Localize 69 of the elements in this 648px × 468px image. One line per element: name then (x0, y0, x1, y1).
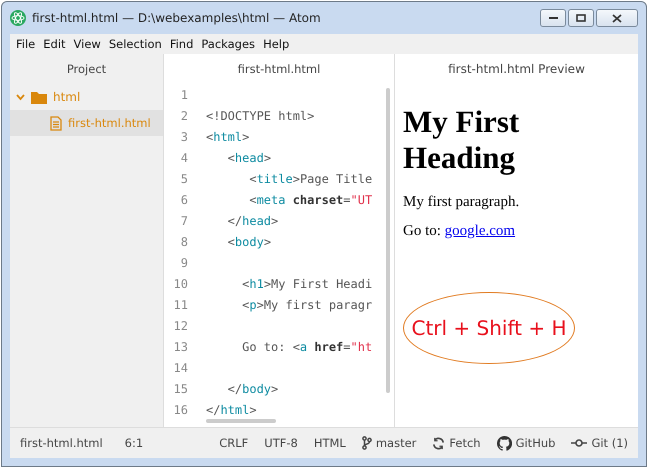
line-number: 14 (172, 360, 189, 374)
heading: My First Heading (403, 104, 520, 176)
status-item[interactable]: Fetch (432, 436, 481, 450)
code-line: <head> (226, 150, 272, 164)
branch-icon (362, 436, 372, 450)
menu-item[interactable]: View (70, 37, 105, 51)
close-icon (612, 14, 622, 22)
commit-icon (571, 438, 588, 448)
line-number: 9 (180, 256, 189, 270)
status-item[interactable]: 6:1 (124, 436, 144, 450)
editor-tab[interactable]: first-html.html (164, 54, 394, 84)
link[interactable]: google.com (444, 223, 516, 239)
scrollbar[interactable] (386, 88, 390, 393)
status-item[interactable]: Git (1) (571, 436, 628, 450)
code-line: <!DOCTYPE html> (206, 108, 314, 122)
status-item[interactable]: GitHub (496, 436, 556, 450)
menu-item[interactable]: Find (166, 37, 198, 51)
line-number: 4 (180, 150, 189, 164)
line-number: 7 (180, 214, 189, 228)
window-title: first-html.html — D:\webexamples\html — Atom (32, 11, 322, 25)
code-line: <title>Page Title (248, 172, 372, 186)
scrollbar[interactable] (206, 419, 276, 423)
minimize-button[interactable] (540, 9, 566, 27)
link-line: Go to: google.com (403, 223, 516, 240)
code-line: </body> (226, 382, 278, 396)
menu-item[interactable]: Packages (197, 37, 260, 51)
preview-tab[interactable]: first-html.html Preview (395, 54, 638, 84)
atom-icon (10, 10, 26, 26)
code-line: <html> (206, 130, 250, 144)
code-line: Go to: <a href="ht (241, 340, 372, 354)
menu-item[interactable]: File (12, 37, 40, 51)
code-line: <body> (226, 234, 272, 248)
code-line: </head> (226, 214, 278, 228)
menu-item[interactable]: Help (259, 37, 294, 51)
status-item[interactable]: UTF-8 (264, 436, 298, 450)
shortcut-callout: Ctrl + Shift + H (403, 292, 575, 364)
line-number: 3 (180, 130, 189, 144)
line-number: 5 (180, 172, 189, 186)
line-number: 6 (180, 192, 189, 206)
sync-icon (432, 436, 446, 450)
close-button[interactable] (596, 9, 638, 27)
line-number: 8 (180, 234, 189, 248)
line-number: 12 (172, 318, 189, 332)
menu-item[interactable]: Edit (39, 37, 70, 51)
status-item[interactable]: master (362, 436, 416, 450)
line-number: 16 (172, 402, 189, 416)
line-number: 11 (172, 298, 189, 312)
paragraph: My first paragraph. (403, 194, 520, 211)
folder-icon (31, 90, 47, 104)
code-line: <meta charset="UT (248, 192, 372, 206)
code-line: <h1>My First Headi (241, 276, 372, 290)
status-item[interactable]: HTML (314, 436, 346, 450)
code-line: <p>My first paragr (241, 298, 372, 312)
maximize-button[interactable] (568, 9, 594, 27)
line-number: 1 (180, 88, 189, 102)
line-number: 13 (172, 340, 189, 354)
line-number: 15 (172, 382, 189, 396)
maximize-icon (576, 14, 586, 22)
github-icon (496, 436, 512, 450)
menu-item[interactable]: Selection (104, 37, 166, 51)
line-number: 2 (180, 108, 189, 122)
line-number: 10 (172, 276, 189, 290)
chevron-icon (16, 94, 25, 100)
status-item[interactable]: first-html.html (20, 436, 103, 450)
file-icon (50, 116, 62, 130)
status-item[interactable]: CRLF (219, 436, 248, 450)
minimize-icon (548, 16, 558, 20)
code-line: </html> (206, 402, 257, 416)
panel-title: Project (66, 61, 108, 78)
